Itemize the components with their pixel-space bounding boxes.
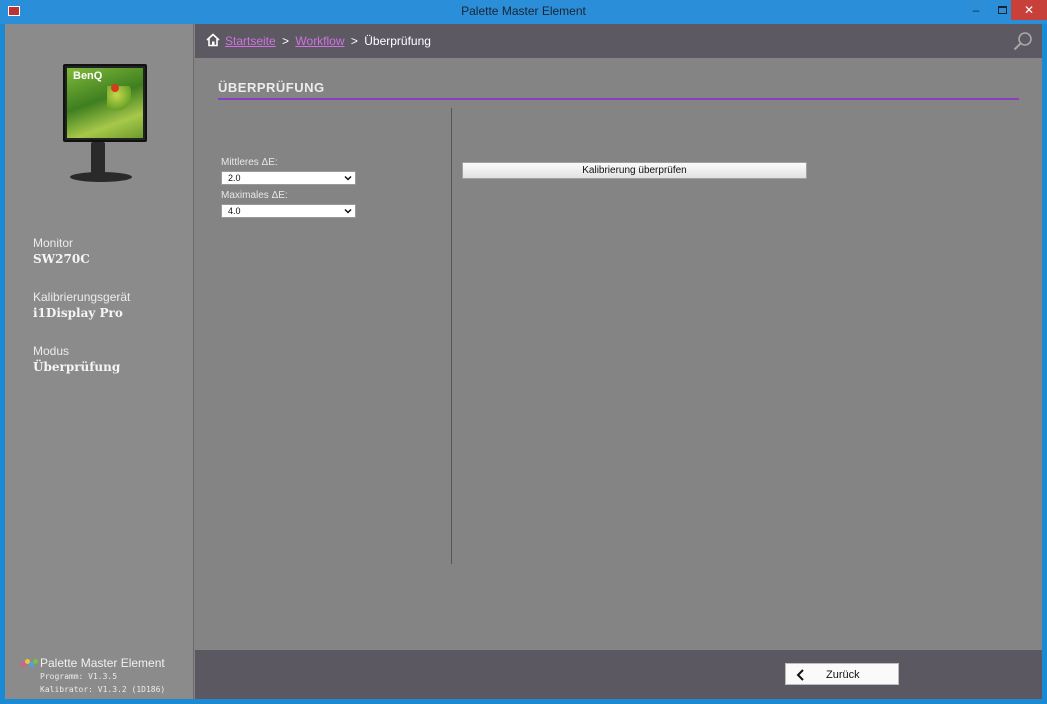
breadcrumb-home-link[interactable]: Startseite [225, 34, 276, 48]
breadcrumb: Startseite > Workflow > Überprüfung [225, 34, 431, 48]
sidebar-device-label: Kalibrierungsgerät [33, 290, 131, 304]
sidebar-device-value: i1Display Pro [33, 306, 123, 320]
breadcrumb-separator: > [282, 34, 290, 48]
sidebar: BenQ Monitor SW270C Kalibrierungsgerät i… [5, 24, 194, 699]
breadcrumb-separator: > [350, 34, 358, 48]
footer-bar: Zurück [195, 650, 1042, 699]
search-icon[interactable] [1013, 31, 1033, 51]
calibrator-version: Kalibrator: V1.3.2 (1D186) [40, 685, 166, 694]
max-delta-e-label: Maximales ΔE: [221, 190, 288, 201]
breadcrumb-current: Überprüfung [364, 34, 431, 48]
window-titlebar: Palette Master Element – ✕ [0, 0, 1047, 24]
chevron-down-icon [344, 208, 352, 214]
monitor-image: BenQ [60, 64, 150, 184]
max-delta-e-select[interactable]: 4.0 [221, 204, 356, 218]
main-content: ÜBERPRÜFUNG Mittleres ΔE: 2.0 Maximales … [195, 58, 1042, 650]
sidebar-mode-label: Modus [33, 344, 70, 358]
sidebar-mode-value: Überprüfung [33, 360, 121, 374]
mean-delta-e-value: 2.0 [228, 173, 241, 183]
palette-logo-icon [21, 659, 38, 669]
program-version: Programm: V1.3.5 [40, 672, 118, 681]
close-button[interactable]: ✕ [1011, 0, 1047, 20]
sidebar-monitor-label: Monitor [33, 236, 74, 250]
window-title: Palette Master Element [461, 4, 586, 18]
chevron-left-icon [796, 669, 804, 681]
title-divider [218, 98, 1019, 100]
app-client-area: BenQ Monitor SW270C Kalibrierungsgerät i… [5, 24, 1042, 699]
breadcrumb-bar: Startseite > Workflow > Überprüfung [195, 24, 1042, 58]
panel-divider [451, 108, 452, 564]
page-title: ÜBERPRÜFUNG [218, 80, 325, 95]
verify-calibration-button[interactable]: Kalibrierung überprüfen [462, 162, 807, 179]
sidebar-monitor-value: SW270C [33, 252, 90, 266]
back-button[interactable]: Zurück [785, 663, 899, 685]
monitor-brand-logo: BenQ [73, 70, 103, 82]
app-name: Palette Master Element [40, 656, 165, 670]
mean-delta-e-select[interactable]: 2.0 [221, 171, 356, 185]
maximize-icon [997, 6, 1007, 14]
back-button-label: Zurück [826, 669, 860, 681]
home-icon[interactable] [206, 33, 220, 47]
chevron-down-icon [344, 175, 352, 181]
minimize-button[interactable]: – [963, 0, 989, 20]
breadcrumb-workflow-link[interactable]: Workflow [295, 34, 344, 48]
mean-delta-e-label: Mittleres ΔE: [221, 157, 278, 168]
max-delta-e-value: 4.0 [228, 206, 241, 216]
